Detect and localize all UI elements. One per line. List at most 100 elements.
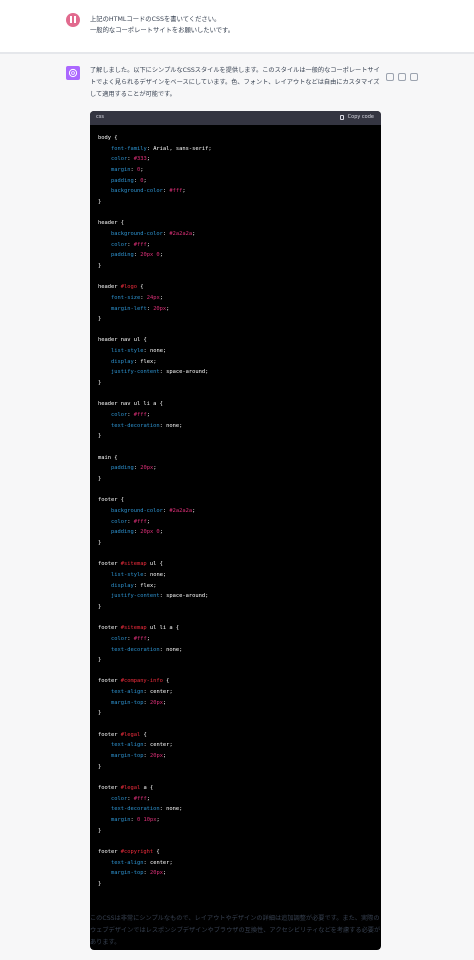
code-value: center <box>149 859 170 866</box>
code-property: color <box>110 635 128 642</box>
code-property: margin-top <box>110 699 144 706</box>
code-property: text-decoration <box>110 646 160 653</box>
code-selector: footer <box>98 731 121 738</box>
code-selector: #logo <box>120 284 137 291</box>
code-property: margin-left <box>110 305 147 312</box>
code-content: body { font-family: Arial, sans-serif; c… <box>98 135 212 887</box>
code-property: font-family <box>110 145 147 152</box>
code-property: margin <box>110 817 131 823</box>
message-actions <box>386 66 422 81</box>
code-value: 0 10px <box>136 817 157 823</box>
code-selector: #legal <box>120 731 141 738</box>
code-selector: footer <box>98 625 121 632</box>
user-message-row: 上記のHTMLコードのCSSを書いてください。 一般的なコーポレートサイトをお願… <box>0 0 474 53</box>
code-value: center <box>149 689 170 696</box>
code-selector: header <box>98 284 121 291</box>
code-selector: #sitemap <box>120 561 147 568</box>
code-property: display <box>110 582 134 589</box>
code-value: center <box>149 742 170 749</box>
code-property: color <box>110 412 128 419</box>
code-selector: #legal <box>120 785 141 792</box>
code-value: flex <box>140 358 154 365</box>
assistant-message-row: 了解しました。以下にシンプルなCSSスタイルを提供します。このスタイルは一般的な… <box>0 53 474 960</box>
code-property: color <box>110 518 128 525</box>
code-selector: header <box>98 220 118 227</box>
code-value: space-around <box>166 369 206 376</box>
code-property: list-style <box>110 348 144 355</box>
code-property: margin-top <box>110 870 144 877</box>
code-value: #2a2a2a <box>169 230 193 237</box>
code-property: color <box>110 795 128 802</box>
code-selector: footer <box>98 497 118 504</box>
code-selector: main <box>98 454 111 461</box>
code-value: #fff <box>169 188 183 195</box>
code-value: 0 <box>136 166 141 173</box>
openai-logo-icon <box>68 68 78 78</box>
code-property: padding <box>110 529 134 536</box>
assistant-intro-text: 了解しました。以下にシンプルなCSSスタイルを提供します。このスタイルは一般的な… <box>90 67 380 98</box>
user-message-line: 上記のHTMLコードのCSSを書いてください。 <box>90 16 221 23</box>
code-property: font-size <box>110 294 141 301</box>
assistant-avatar <box>66 66 80 80</box>
code-value: 24px <box>146 294 160 301</box>
code-value: flex <box>140 582 154 589</box>
code-property: background-color <box>110 507 163 514</box>
copy-message-icon[interactable] <box>386 73 394 81</box>
thumbs-up-icon[interactable] <box>398 73 406 81</box>
code-property: margin <box>110 166 131 173</box>
code-value: 20px <box>149 870 163 877</box>
code-value: Arial, sans-serif <box>153 145 209 152</box>
user-avatar-icon <box>70 16 76 23</box>
code-selector: #sitemap <box>120 625 147 632</box>
code-property: text-align <box>110 859 144 866</box>
copy-code-button[interactable]: Copy code <box>339 114 374 120</box>
code-selector: ul <box>146 561 157 568</box>
code-property: text-decoration <box>110 806 160 813</box>
code-value: none <box>166 422 180 429</box>
code-block-header: css Copy code <box>90 111 381 125</box>
code-value: 20px 0 <box>140 529 160 536</box>
code-block: css Copy code body { font-family: Arial,… <box>90 111 381 950</box>
code-value: #fff <box>133 412 147 419</box>
code-value: none <box>149 571 163 578</box>
code-property: background-color <box>110 230 163 237</box>
code-property: padding <box>110 177 134 184</box>
code-property: text-align <box>110 742 144 749</box>
code-value: #fff <box>133 635 147 642</box>
code-selector: header nav ul <box>98 337 141 344</box>
code-selector: footer <box>98 678 121 685</box>
code-value: #fff <box>133 241 147 248</box>
code-property: background-color <box>110 188 163 195</box>
code-selector: footer <box>98 848 121 855</box>
copy-code-label: Copy code <box>347 114 374 120</box>
clipboard-icon <box>339 114 344 120</box>
code-value: 20px 0 <box>140 252 160 259</box>
assistant-outro-text: このCSSは非常にシンプルなもので、レイアウトやデザインの詳細は追加調整が必要で… <box>90 915 381 946</box>
code-property: display <box>110 358 134 365</box>
code-selector: a <box>140 785 147 792</box>
user-avatar <box>66 13 80 27</box>
code-selector: ul li a <box>146 625 173 632</box>
code-value: #fff <box>133 795 147 802</box>
code-value: space-around <box>166 593 206 600</box>
thumbs-down-icon[interactable] <box>410 73 418 81</box>
code-value: #333 <box>133 156 147 163</box>
code-property: color <box>110 241 128 248</box>
code-property: padding <box>110 465 134 472</box>
code-property: text-decoration <box>110 422 160 429</box>
code-language-label: css <box>96 114 104 120</box>
code-property: padding <box>110 252 134 259</box>
code-property: text-align <box>110 689 144 696</box>
user-message-text: 上記のHTMLコードのCSSを書いてください。 一般的なコーポレートサイトをお願… <box>90 14 420 36</box>
code-property: justify-content <box>110 593 160 600</box>
code-value: #fff <box>133 518 147 525</box>
code-property: list-style <box>110 571 144 578</box>
code-selector: #copyright <box>120 848 154 855</box>
code-value: #2a2a2a <box>169 507 193 514</box>
code-value: 20px <box>149 699 163 706</box>
code-selector: footer <box>98 785 121 792</box>
code-property: margin-top <box>110 753 144 760</box>
code-value: none <box>149 348 163 355</box>
code-value: 20px <box>149 753 163 760</box>
code-value: 20px <box>153 305 167 312</box>
